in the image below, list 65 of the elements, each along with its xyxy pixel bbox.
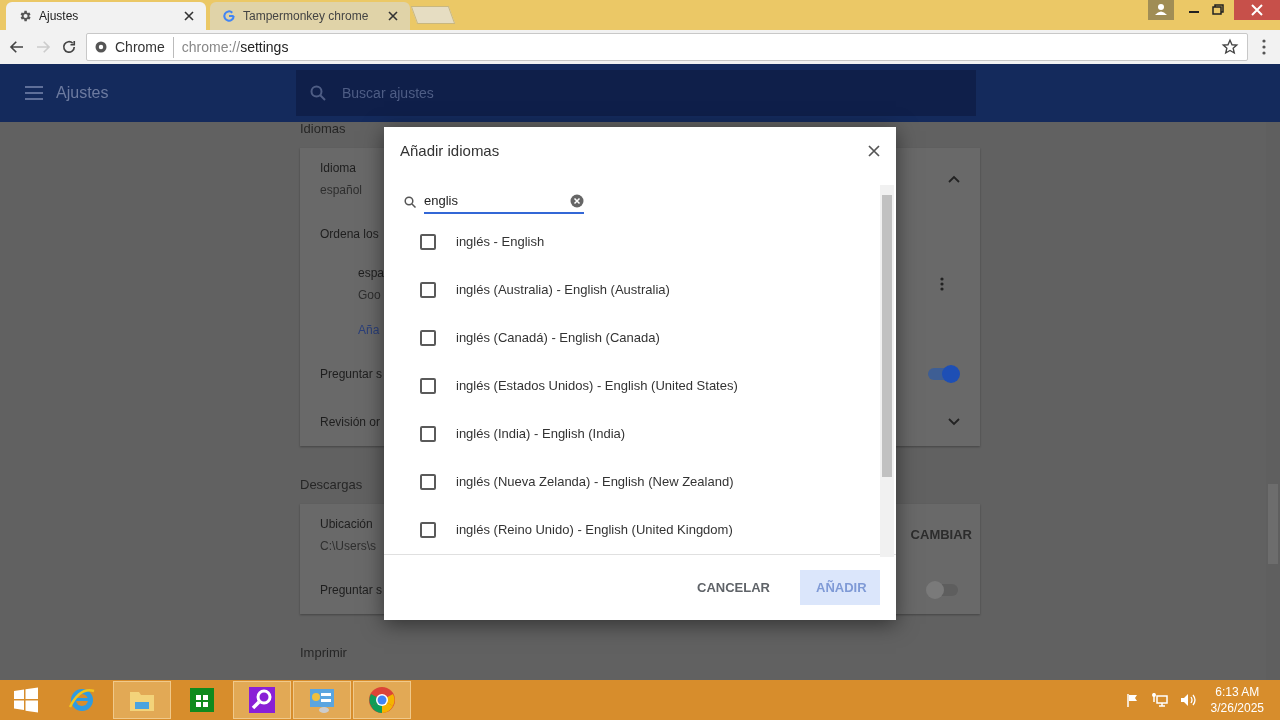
checkbox[interactable] (420, 282, 436, 298)
chrome-logo-icon (95, 41, 107, 53)
checkbox[interactable] (420, 234, 436, 250)
menu-icon[interactable] (1262, 39, 1266, 55)
chrome-logo-icon[interactable] (353, 681, 411, 719)
language-option[interactable]: inglés - English (456, 232, 545, 252)
setting-label: Preguntar s (320, 582, 383, 599)
setting-label: espa (358, 265, 385, 282)
search-field[interactable]: englis (424, 189, 564, 212)
setting-label: Ordena los (320, 226, 379, 243)
back-icon[interactable] (8, 38, 26, 56)
setting-label: Idioma (320, 160, 357, 177)
gear-icon (18, 9, 32, 23)
menu-icon[interactable] (24, 85, 44, 101)
letter-g-icon (222, 9, 236, 23)
search-icon[interactable] (233, 681, 291, 719)
scrollbar[interactable] (880, 185, 894, 557)
dialog-title: Añadir idiomas (400, 140, 500, 161)
checkbox[interactable] (420, 426, 436, 442)
section-heading: Idiomas (300, 122, 346, 138)
control-panel-icon[interactable] (293, 681, 351, 719)
profile-icon[interactable] (1148, 0, 1174, 20)
reload-icon[interactable] (60, 38, 78, 56)
language-option[interactable]: inglés (Estados Unidos) - English (United States) (456, 376, 738, 396)
language-option[interactable]: inglés (Canadá) - English (Canada) (456, 328, 660, 348)
search-icon (310, 85, 326, 101)
checkbox[interactable] (420, 330, 436, 346)
browser-tab[interactable]: Ajustes (6, 2, 206, 30)
checkbox[interactable] (420, 378, 436, 394)
security-chip-label: Chrome (115, 36, 174, 58)
language-option[interactable]: inglés (Australia) - English (Australia) (456, 280, 670, 300)
language-option[interactable]: inglés (Nueva Zelanda) - English (New Zealand) (456, 472, 734, 492)
speaker-icon[interactable] (1178, 692, 1197, 708)
close-icon[interactable] (868, 145, 880, 157)
toggle-switch[interactable] (926, 364, 960, 384)
clear-icon[interactable] (570, 193, 584, 208)
search-icon (404, 195, 416, 208)
setting-label: Revisión or (320, 414, 381, 431)
setting-value: Goo (358, 287, 381, 304)
close-icon[interactable] (184, 11, 194, 21)
language-option[interactable]: inglés (Reino Unido) - English (United Kingdom) (456, 520, 733, 540)
url-text: chrome://settings (181, 37, 290, 57)
checkbox[interactable] (420, 522, 436, 538)
tab-title: Tampermonkey chrome (243, 8, 370, 25)
more-icon[interactable] (940, 277, 944, 291)
address-bar[interactable]: Chrome chrome://settings (86, 33, 1248, 61)
section-heading: Imprimir (300, 643, 347, 662)
search-field[interactable]: Buscar ajustes (296, 70, 976, 116)
setting-label: Ubicación (320, 516, 373, 533)
chevron-up-icon[interactable] (948, 175, 960, 183)
toggle-switch[interactable] (926, 580, 960, 600)
network-icon[interactable] (1150, 692, 1169, 708)
star-icon[interactable] (1221, 38, 1239, 56)
app-title: Ajustes (56, 83, 110, 103)
setting-value: español (320, 182, 363, 199)
checkbox[interactable] (420, 474, 436, 490)
language-option[interactable]: inglés (India) - English (India) (456, 424, 626, 444)
cancel-button[interactable]: CANCELAR (689, 567, 778, 608)
close-icon[interactable] (388, 11, 398, 21)
setting-label: Preguntar s (320, 366, 383, 383)
browser-tab[interactable]: Tampermonkey chrome (210, 2, 410, 30)
chevron-down-icon[interactable] (948, 418, 960, 426)
tab-title: Ajustes (39, 8, 80, 25)
setting-value: C:\Users\s (320, 538, 376, 555)
section-heading: Descargas (300, 475, 363, 494)
